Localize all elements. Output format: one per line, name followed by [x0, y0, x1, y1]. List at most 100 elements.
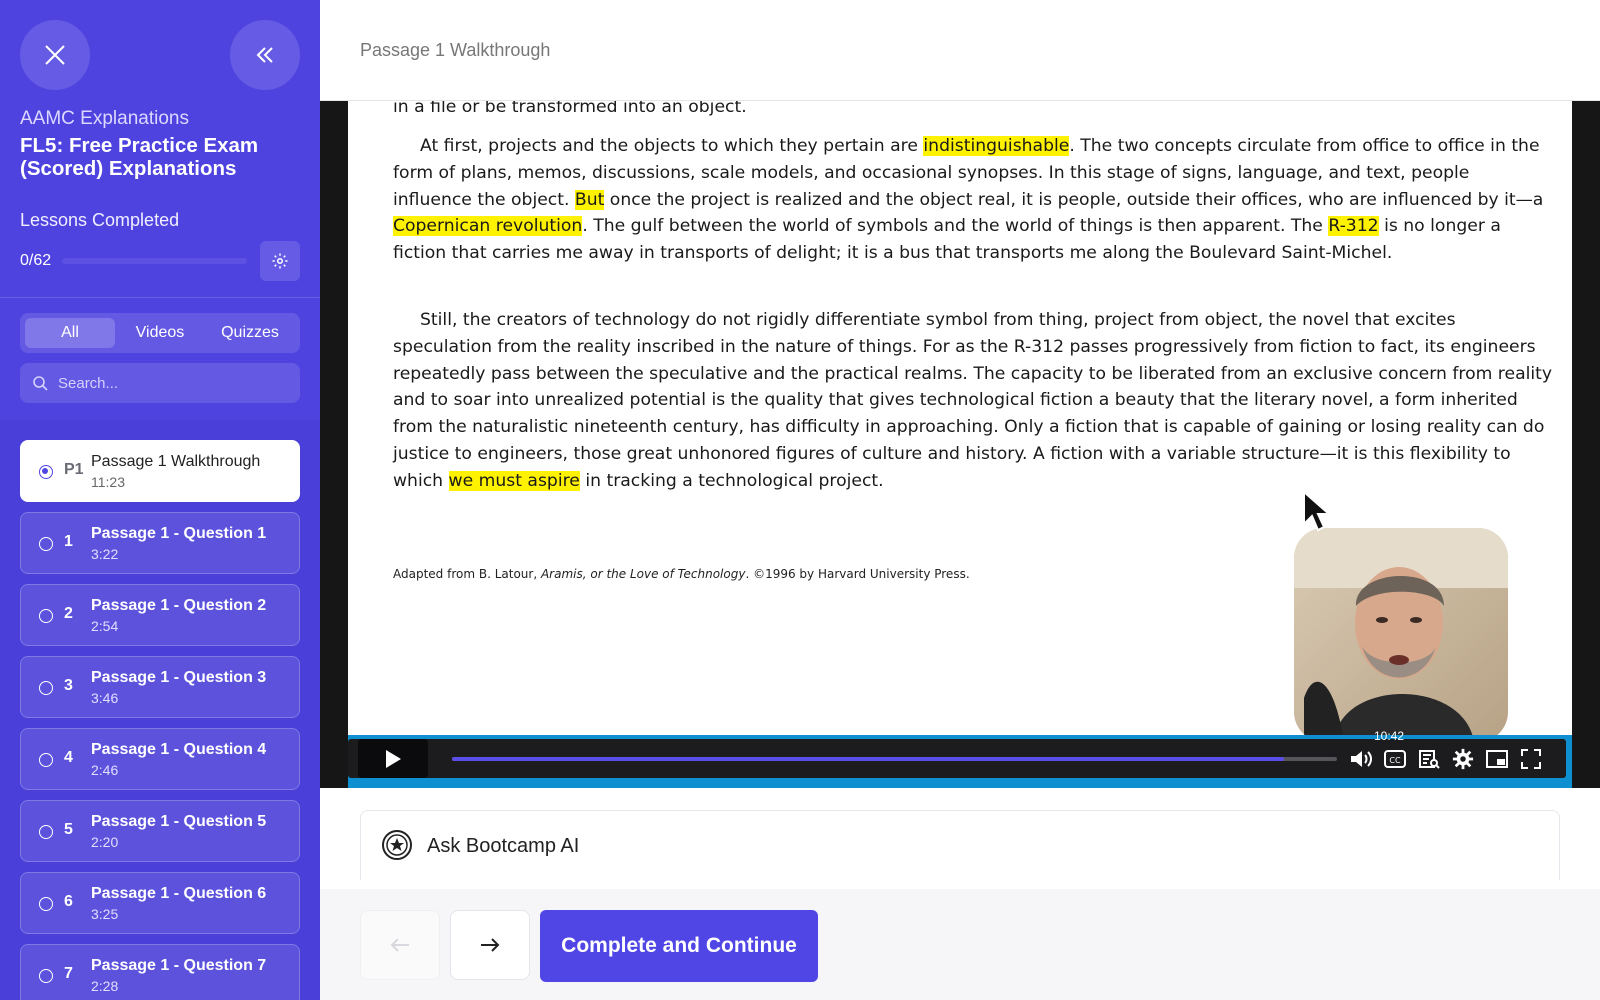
filter-tab-quizzes[interactable]: Quizzes — [205, 318, 295, 348]
lesson-item[interactable]: 3 Passage 1 - Question 3 3:46 — [20, 656, 300, 718]
lesson-item[interactable]: 6 Passage 1 - Question 6 3:25 — [20, 872, 300, 934]
arrow-right-icon — [481, 938, 500, 952]
lesson-header: Passage 1 Walkthrough — [320, 0, 1600, 101]
double-chevron-left-icon — [256, 47, 273, 63]
play-button[interactable] — [358, 739, 428, 778]
passage-text: Still, the creators of technology do not… — [393, 310, 1553, 491]
radio-icon — [39, 897, 53, 911]
passage-citation: Adapted from B. Latour, Aramis, or the L… — [393, 567, 970, 581]
instructor-image — [1294, 528, 1508, 742]
video-controls: 10:42 CC — [348, 729, 1572, 788]
next-lesson-button[interactable] — [450, 910, 530, 980]
highlighted-text: indistinguishable — [923, 136, 1070, 156]
sidebar: AAMC Explanations FL5: Free Practice Exa… — [0, 0, 320, 1000]
course-progress-bar — [62, 258, 247, 264]
passage-paragraph: At first, projects and the objects to wh… — [393, 133, 1553, 267]
course-category: AAMC Explanations — [20, 108, 189, 129]
lesson-number: 3 — [64, 677, 73, 694]
lessons-completed-count: 0/62 — [20, 252, 52, 269]
close-button[interactable] — [20, 20, 90, 90]
ask-ai-panel[interactable]: Ask Bootcamp AI — [360, 810, 1560, 880]
lesson-number: P1 — [64, 461, 84, 478]
passage-text: in tracking a technological project. — [579, 470, 884, 491]
lesson-item[interactable]: 2 Passage 1 - Question 2 2:54 — [20, 584, 300, 646]
highlighted-text: we must aspire — [448, 470, 580, 491]
settings-icon — [1452, 748, 1474, 770]
player-settings-button[interactable] — [1450, 746, 1476, 772]
lesson-title: Passage 1 - Question 6 — [91, 885, 267, 902]
video-player[interactable]: in a file or be transformed into an obje… — [320, 101, 1600, 788]
filter-tab-videos[interactable]: Videos — [115, 318, 205, 348]
lesson-header-title: Passage 1 Walkthrough — [360, 40, 551, 60]
fullscreen-icon — [1521, 749, 1541, 769]
search-box — [20, 363, 300, 403]
lesson-item[interactable]: 4 Passage 1 - Question 4 2:46 — [20, 728, 300, 790]
lesson-duration: 3:46 — [91, 690, 119, 706]
radio-icon — [39, 969, 53, 983]
lesson-number: 4 — [64, 749, 73, 766]
passage-text: . The gulf between the world of symbols … — [582, 216, 1329, 237]
radio-icon — [39, 609, 53, 623]
mouse-cursor-icon — [1303, 490, 1332, 532]
lesson-duration: 3:25 — [91, 906, 119, 922]
video-scrubber[interactable]: 10:42 — [452, 729, 1404, 761]
filter-tab-all[interactable]: All — [25, 318, 115, 348]
lesson-item[interactable]: 1 Passage 1 - Question 1 3:22 — [20, 512, 300, 574]
picture-in-picture-button[interactable] — [1484, 746, 1510, 772]
lesson-duration: 2:28 — [91, 978, 119, 994]
fullscreen-button[interactable] — [1518, 746, 1544, 772]
lesson-title: Passage 1 - Question 7 — [91, 957, 267, 974]
lesson-duration: 2:20 — [91, 834, 119, 850]
lesson-footer: Complete and Continue — [320, 889, 1600, 1000]
radio-icon — [39, 681, 53, 695]
passage-top-line: in a file or be transformed into an obje… — [393, 101, 747, 117]
course-title: FL5: Free Practice Exam (Scored) Explana… — [20, 134, 259, 180]
lesson-title: Passage 1 - Question 1 — [91, 525, 267, 542]
radio-icon — [39, 465, 53, 479]
ai-star-icon — [382, 830, 412, 860]
lesson-item[interactable]: P1 Passage 1 Walkthrough 11:23 — [20, 440, 300, 502]
complete-and-continue-button[interactable]: Complete and Continue — [540, 910, 818, 982]
lesson-title: Passage 1 Walkthrough — [91, 453, 261, 470]
ask-ai-label: Ask Bootcamp AI — [427, 835, 580, 857]
highlighted-text: Copernican revolution — [393, 216, 583, 237]
passage-text: once the project is realized and the obj… — [604, 189, 1544, 210]
search-input[interactable] — [58, 374, 288, 392]
play-icon — [386, 749, 401, 768]
radio-icon — [39, 825, 53, 839]
captions-button[interactable]: CC — [1382, 746, 1408, 772]
gear-icon — [272, 253, 288, 269]
lessons-completed-label: Lessons Completed — [20, 210, 180, 230]
transcript-icon — [1419, 750, 1440, 769]
lesson-duration: 2:54 — [91, 618, 119, 634]
previous-lesson-button[interactable] — [360, 910, 440, 980]
divider — [0, 297, 320, 298]
settings-button[interactable] — [260, 241, 300, 281]
hover-time-tooltip: 10:42 — [1374, 729, 1405, 743]
lesson-title: Passage 1 - Question 3 — [91, 669, 267, 686]
lesson-number: 6 — [64, 893, 73, 910]
highlighted-text: But — [574, 189, 605, 210]
lesson-number: 5 — [64, 821, 73, 838]
passage-paragraph: Still, the creators of technology do not… — [393, 307, 1553, 495]
close-icon — [45, 45, 65, 65]
collapse-sidebar-button[interactable] — [230, 20, 300, 90]
sidebar-header: AAMC Explanations FL5: Free Practice Exa… — [0, 0, 320, 420]
video-progress-fill — [452, 757, 1284, 761]
arrow-left-icon — [390, 938, 409, 952]
instructor-webcam — [1294, 528, 1508, 742]
highlighted-text: R-312 — [1328, 216, 1379, 237]
lesson-duration: 11:23 — [91, 474, 125, 490]
lesson-item[interactable]: 5 Passage 1 - Question 5 2:20 — [20, 800, 300, 862]
lesson-title: Passage 1 - Question 2 — [91, 597, 267, 614]
search-icon — [33, 376, 48, 391]
passage-text: At first, projects and the objects to wh… — [420, 136, 924, 156]
volume-button[interactable] — [1348, 746, 1374, 772]
lesson-item[interactable]: 7 Passage 1 - Question 7 2:28 — [20, 944, 300, 1000]
captions-icon: CC — [1384, 750, 1406, 768]
picture-in-picture-icon — [1486, 750, 1508, 768]
transcript-button[interactable] — [1416, 746, 1442, 772]
citation-text: . ©1996 by Harvard University Press. — [745, 567, 970, 581]
control-bar: 10:42 CC — [348, 729, 1566, 778]
lesson-number: 7 — [64, 965, 73, 982]
